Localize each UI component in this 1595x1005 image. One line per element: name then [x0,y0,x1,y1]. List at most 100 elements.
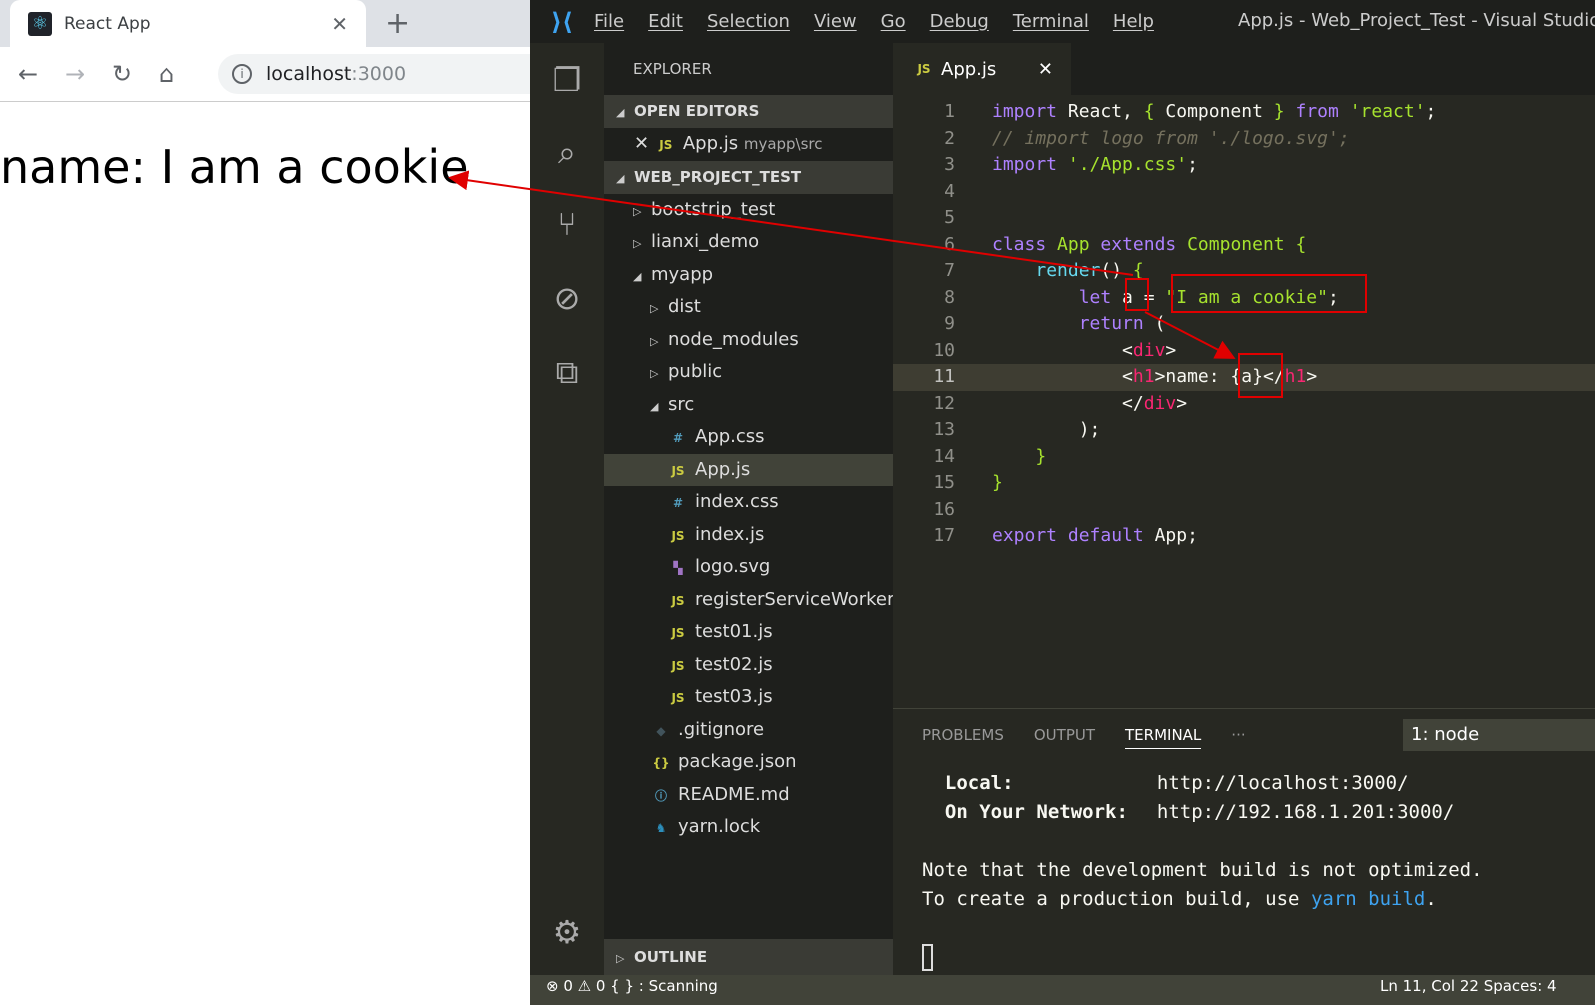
terminal-select[interactable]: 1: node [1403,719,1595,751]
tree-item[interactable]: JS registerServiceWorker.js [604,584,912,617]
editor-tab-app-js[interactable]: JS App.js ✕ [893,43,1071,95]
tree-item[interactable]: ♞ yarn.lock [604,811,893,844]
code-token: h1 [1284,366,1307,387]
tree-item[interactable]: JS index.js [604,519,893,552]
close-tab-icon[interactable]: ✕ [331,12,348,36]
code-line: 1 import React, { Component } from 'react… [893,99,1595,126]
tree-item[interactable]: ▚ logo.svg [604,551,893,584]
more-icon[interactable]: ··· [1231,726,1245,744]
code-token: </ [992,392,1144,414]
json-file-icon: {} [652,756,670,770]
tree-item[interactable]: ◆ .gitignore [604,714,893,747]
terminal-output[interactable]: Local: http://localhost:3000/ On Your Net… [922,769,1483,972]
code-token: default [1067,525,1144,546]
search-icon[interactable]: ⌕ [530,133,604,172]
menu-edit[interactable]: Edit [648,11,683,32]
open-editor-item[interactable]: ✕ JS App.js myapp\src [604,128,893,161]
outline-header[interactable]: ▷ OUTLINE [604,939,893,975]
menu-go[interactable]: Go [881,11,906,32]
code-line: 4 [893,179,1595,206]
panel-tab-output[interactable]: OUTPUT [1034,726,1095,744]
tree-item[interactable]: JS test02.js [604,649,893,682]
menu-selection[interactable]: Selection [707,11,790,32]
code-line: 3 import './App.css'; [893,152,1595,179]
tree-item[interactable]: ▷ dist [604,291,893,324]
code-line: 13 ); [893,417,1595,444]
open-editors-header[interactable]: ◢ OPEN EDITORS [604,95,893,128]
files-icon[interactable]: ❐ [530,61,604,99]
info-icon[interactable]: i [232,64,252,84]
tree-item[interactable]: {} package.json [604,746,893,779]
tree-item[interactable]: ▷ public [604,356,893,389]
js-file-icon: JS [671,593,685,608]
code-line: 12 </div> [893,391,1595,418]
code-line: 17 export default App; [893,523,1595,550]
menu-terminal[interactable]: Terminal [1013,11,1089,32]
tab-strip: ⚛ React App ✕ + [0,0,530,47]
tree-item[interactable]: JS App.js [604,453,893,486]
extensions-icon[interactable]: ⧉ [530,353,604,392]
tree-item[interactable]: ▷ bootstrip_test [604,194,893,227]
tree-item-label: logo.svg [695,556,771,577]
tree-item[interactable]: ◢ src [604,389,893,422]
editor[interactable]: JS App.js ✕ 1 import React, { Component } f… [893,43,1595,708]
menu-file[interactable]: File [594,11,624,32]
vscode-window: ⟩⟨ File Edit Selection View Go Debug Terminal H… [530,0,1595,1005]
code-token: React, [1057,101,1144,122]
close-icon[interactable]: ✕ [634,133,649,154]
project-header[interactable]: ◢ WEB_PROJECT_TEST [604,160,893,194]
panel-tab-problems[interactable]: PROBLEMS [922,726,1004,744]
home-icon[interactable]: ⌂ [159,60,206,88]
tree-item-label: .gitignore [678,718,765,740]
code-token: div [1132,339,1166,361]
tree-item[interactable]: # index.css [604,486,893,519]
chevron-right-icon: ▷ [650,302,659,315]
local-url: http://localhost:3000/ [1156,772,1409,794]
close-icon[interactable]: ✕ [1038,59,1053,80]
gear-icon[interactable]: ⚙ [530,913,604,951]
tree-item[interactable]: ◢ myapp [604,259,893,292]
code-token: () [1100,260,1133,281]
chevron-right-icon: ▷ [650,334,659,348]
window-title: App.js - Web_Project_Test - Visual Studi… [1238,10,1595,31]
forward-icon[interactable]: → [65,60,112,88]
code-token: > [1165,339,1177,361]
address-bar[interactable]: i localhost:3000 [218,54,530,94]
menu-view[interactable]: View [814,11,857,32]
debug-icon[interactable]: ⊘ [530,279,604,317]
tree-item[interactable]: JS test03.js [604,681,893,714]
tree-item[interactable]: ▷ node_modules [604,324,893,357]
back-icon[interactable]: ← [18,60,65,88]
code-token: ; [1425,101,1437,122]
menu-help[interactable]: Help [1113,11,1154,32]
code-token: < [992,366,1133,387]
status-position[interactable]: Ln 11, Col 22 Spaces: 4 [1380,975,1557,997]
code-line: 6 class App extends Component { [893,232,1595,259]
code-token: { [1143,101,1155,122]
status-problems[interactable]: ⊗ 0 ⚠ 0 { } : Scanning [546,975,718,997]
chevron-down-icon: ◢ [633,269,642,283]
browser-tab[interactable]: ⚛ React App ✕ [10,0,366,47]
new-tab-button[interactable]: + [385,6,410,41]
period: . [1425,888,1437,910]
menu-debug[interactable]: Debug [930,11,989,32]
code-token: >name: {a}</ [1154,366,1285,387]
panel-tab-terminal[interactable]: TERMINAL [1125,726,1202,749]
code-token: h1 [1132,366,1155,387]
note-line: Note that the development build is not o… [922,859,1483,881]
tree-item[interactable]: JS test01.js [604,616,893,649]
line-number: 15 [933,472,955,493]
tree-item[interactable]: ▷ lianxi_demo [604,226,893,259]
code-token: return [1078,313,1144,334]
line-number: 12 [933,392,955,414]
tree-item[interactable]: ⓘ README.md [604,779,893,812]
reload-icon[interactable]: ↻ [112,60,159,88]
source-control-icon[interactable]: ⑂ [530,205,604,243]
open-file-name: App.js [682,133,739,154]
tree-item[interactable]: # App.css [604,421,893,454]
page-heading: name: I am a cookie [0,140,469,194]
code-token: } [1273,101,1285,122]
code-token: 'react' [1349,101,1426,122]
tree-item-label: index.js [695,523,765,545]
open-editors-label: OPEN EDITORS [634,102,760,120]
